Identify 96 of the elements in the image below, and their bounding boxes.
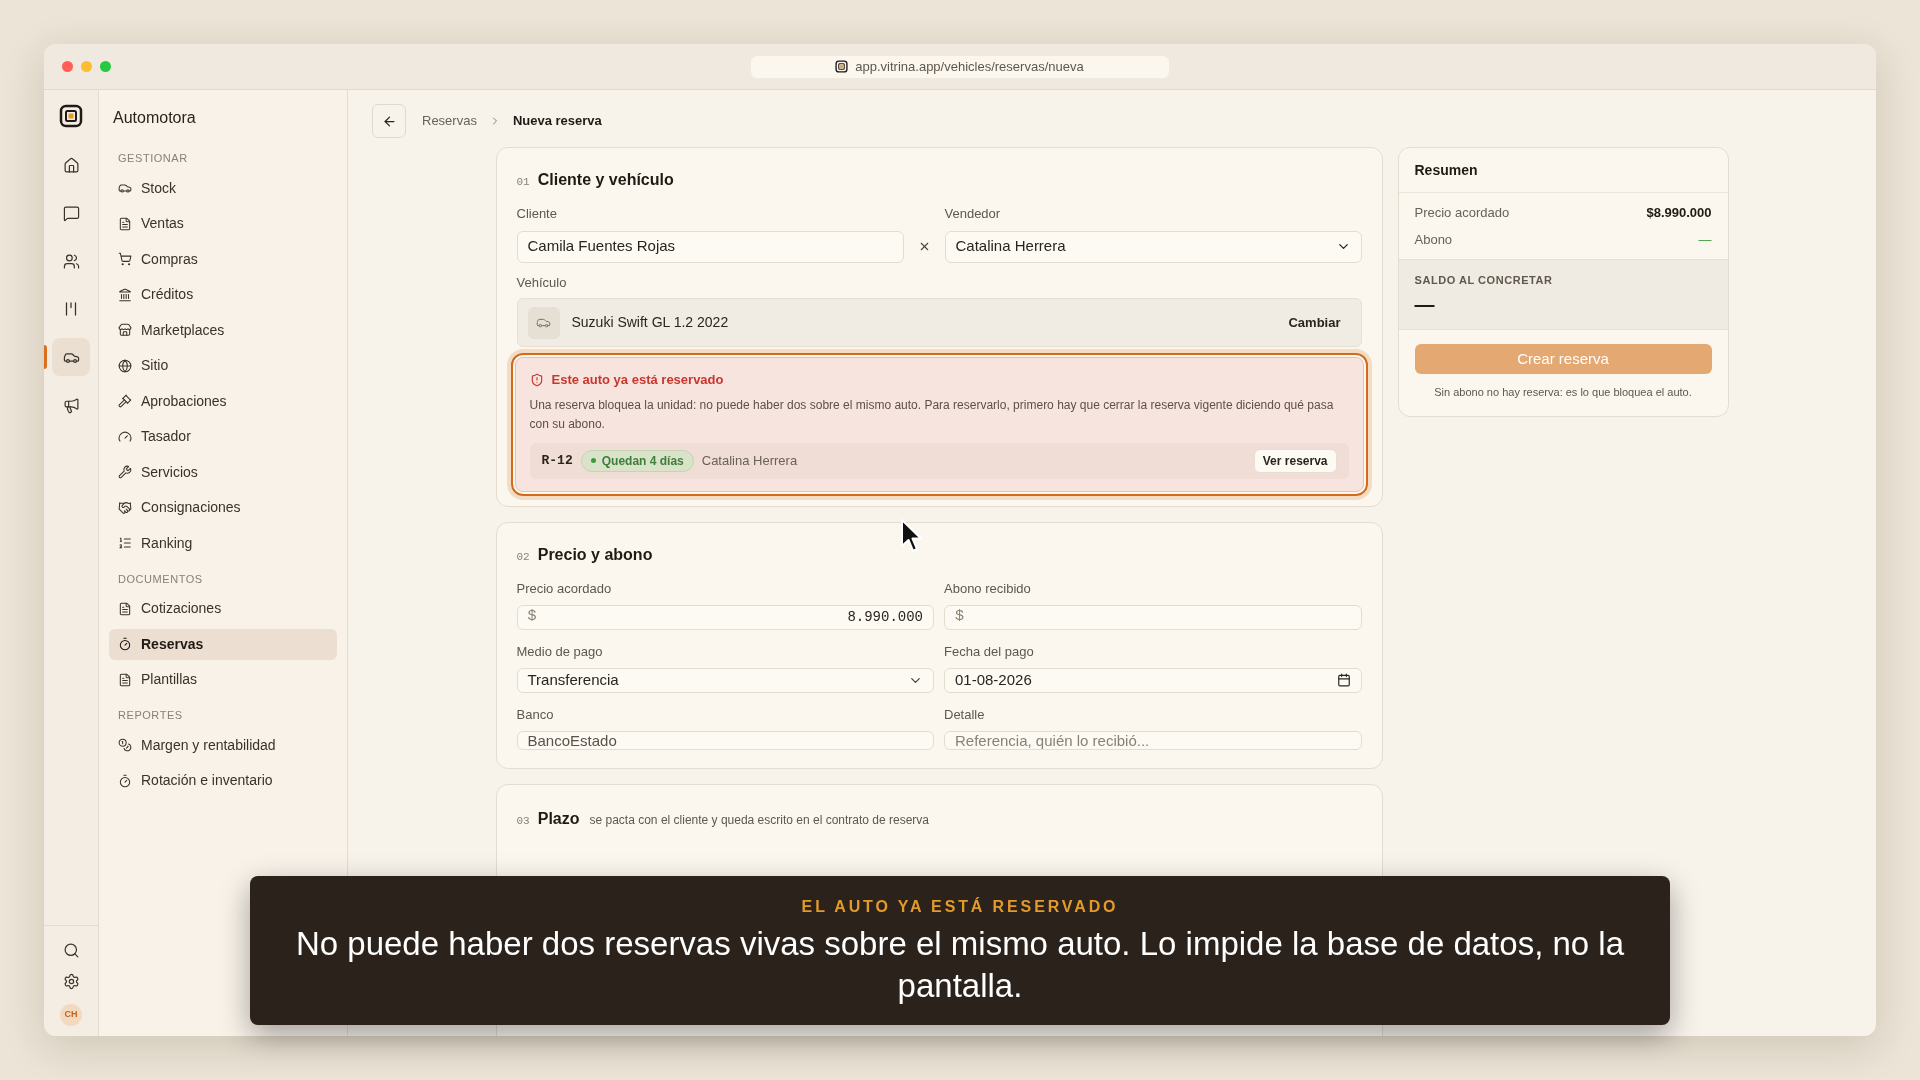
vehicle-name: Suzuki Swift GL 1.2 2022 [571,313,730,332]
sidebar-item[interactable]: Aprobaciones [109,385,337,417]
logo-icon [835,60,849,73]
globe-icon [118,358,132,373]
caption-text: No puede haber dos reservas vivas sobre el mismo auto. Lo impide la base de datos, no la pantalla. [294,923,1626,1006]
sidebar-item[interactable]: Ventas [109,208,337,239]
alert-text: Una reserva bloquea la unidad: no puede haber dos sobre el mismo auto. Para reservarlo, primero hay que cerrar la reserva vigente diciendo qué pasa con su abono. [529,396,1335,433]
search-icon[interactable] [62,942,80,959]
summary-label: Precio acordado [1414,204,1510,222]
car-icon [527,306,560,339]
logo-icon [59,104,83,128]
back-button[interactable] [372,104,406,138]
sidebar-item[interactable]: Rotación e inventario [109,765,337,796]
section-heading: DOCUMENTOS [117,571,204,587]
timer-icon [118,637,132,651]
section-number: 01 [516,175,530,190]
date-field[interactable]: 01-08-2026 [944,668,1362,693]
active-indicator [44,345,47,369]
change-button[interactable]: Cambiar [1278,312,1351,333]
field-label: Cliente [516,205,558,223]
view-reservation-button[interactable]: Ver reserva [1253,448,1337,473]
money-field[interactable]: $ [944,605,1362,630]
field-label: Precio acordado [516,579,613,598]
section-subtitle: se pacta con el cliente y queda escrito en el contrato de reserva [589,812,930,829]
sidebar-item[interactable]: Consignaciones [109,492,337,523]
document-icon [118,601,132,616]
field-label: Medio de pago [516,642,604,661]
megaphone-icon [62,396,80,414]
section-heading: REPORTES [117,708,184,723]
document-icon [118,672,132,687]
sidebar-item[interactable]: Cotizaciones [109,593,337,624]
shield-alert-icon [529,372,544,387]
balance-value: — [1414,291,1436,317]
text-field[interactable]: Referencia, quién lo recibió... [944,731,1362,750]
users-icon [62,252,80,270]
reservation-seller: Catalina Herrera [701,451,799,470]
sidebar-item[interactable]: Créditos [109,279,337,310]
seller-select[interactable]: Catalina Herrera [944,230,1362,263]
sidebar-item[interactable]: Compras [109,243,337,275]
list-icon [118,536,132,550]
bank-icon [118,287,132,302]
section-title: Precio y abono [537,544,653,565]
field-label: Banco [516,705,555,724]
reservation-code: R-12 [541,451,573,470]
summary-value: $8.990.000 [1646,204,1712,222]
text-field[interactable]: BancoEstado [516,731,934,750]
home-icon [62,156,80,174]
app-name: Automotora [112,108,197,128]
car-icon [118,181,132,195]
client-field[interactable]: Camila Fuentes Rojas [516,230,904,263]
summary-title: Resumen [1398,148,1728,193]
days-left-badge: Quedan 4 días [580,449,694,472]
rail-button[interactable] [52,338,90,376]
sidebar-item[interactable]: Marketplaces [109,314,337,346]
address-bar[interactable]: app.vitrina.app/vehicles/reservas/nueva [750,55,1169,78]
chat-icon [62,204,80,222]
sidebar-item[interactable]: Reservas [109,628,337,660]
sidebar-item[interactable]: Ranking [109,527,337,559]
section-number: 03 [516,814,530,829]
cart-icon [118,252,132,266]
close-window-button[interactable] [62,61,73,72]
section-heading: GESTIONAR [117,151,189,166]
sidebar-item[interactable]: Plantillas [109,664,337,695]
field-label: Detalle [944,705,986,724]
field-label: Fecha del pago [944,642,1035,661]
gavel-icon [118,394,132,408]
wrench-icon [118,465,132,479]
field-label: Vendedor [944,205,1002,223]
coins-icon [118,738,132,752]
breadcrumb-current: Nueva reserva [512,112,602,131]
summary-label: Abono [1414,230,1453,249]
timer-icon [118,773,132,788]
section-title: Plazo [537,809,580,829]
field-label: Vehículo [516,273,568,292]
sidebar-item[interactable]: Servicios [109,456,337,488]
money-field[interactable]: $ 8.990.000 [516,605,934,630]
calendar-icon [1336,673,1351,688]
settings-icon[interactable] [62,973,80,990]
summary-note: Sin abono no hay reserva: es lo que bloquea el auto. [1434,385,1692,400]
sidebar-item[interactable]: Stock [109,172,337,204]
alert-title: Este auto ya está reservado [551,371,724,389]
sidebar-item[interactable]: Margen y rentabilidad [109,729,337,761]
gauge-icon [118,429,132,444]
document-icon [118,216,132,231]
breadcrumb-link[interactable]: Reservas [422,111,477,131]
sidebar-item[interactable]: Sitio [109,350,337,381]
handshake-icon [118,500,132,515]
section-title: Cliente y vehículo [537,170,674,190]
select-field[interactable]: Transferencia [516,668,934,693]
balance-label: SALDO AL CONCRETAR [1414,273,1554,288]
summary-value: — [1698,230,1712,249]
caption-kicker: EL AUTO YA ESTÁ RESERVADO [801,896,1119,917]
section-number: 02 [516,549,530,565]
store-icon [118,323,132,337]
sidebar-item[interactable]: Tasador [109,421,337,452]
field-label: Abono recibido [944,579,1032,598]
